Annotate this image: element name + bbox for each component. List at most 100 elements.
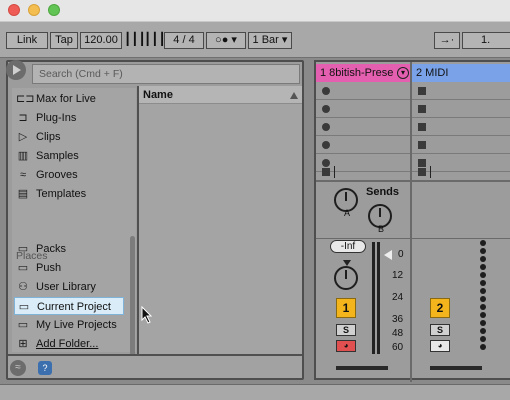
stop-divider [334, 166, 335, 178]
user-icon: ⚇ [18, 281, 28, 293]
solo-button[interactable]: S [430, 324, 450, 336]
solo-button[interactable]: S [336, 324, 356, 336]
category-grooves[interactable]: ≈ Grooves [14, 166, 124, 184]
minimize-window-button[interactable] [28, 4, 40, 16]
clip-launch-icon [322, 87, 330, 95]
place-my-live-projects[interactable]: ▭ My Live Projects [14, 316, 124, 334]
groove-icon: ≈ [19, 169, 27, 181]
clip-slot[interactable] [412, 154, 510, 172]
meter-dots [480, 240, 486, 352]
track-1-header[interactable]: 1 8bitish-Prese [316, 64, 410, 82]
plugin-icon: ⊐ [18, 112, 28, 124]
track-divider [410, 62, 412, 382]
clip-stop-icon [418, 123, 426, 131]
arm-button[interactable]: ◕ [336, 340, 356, 352]
time-signature-field[interactable]: 4 / 4 [164, 32, 204, 49]
follow-icon[interactable]: →· [434, 32, 460, 49]
waveform-icon: ▥ [17, 150, 29, 162]
browser-panel: Search (Cmd + F) ⊏⊐ Max for Live ⊐ Plug-… [6, 60, 304, 380]
clip-slot[interactable] [412, 100, 510, 118]
pan-knob[interactable] [334, 266, 358, 290]
preview-toggle-icon[interactable] [6, 60, 26, 80]
level-meter [377, 242, 380, 354]
link-button[interactable]: Link [6, 32, 48, 49]
clip-slot[interactable] [316, 82, 410, 100]
quantization-dropdown[interactable]: 1 Bar ▾ [248, 32, 292, 49]
clip-stop-icon [418, 105, 426, 113]
browser-sidebar: ⊏⊐ Max for Live ⊐ Plug-Ins ▷ Clips ▥ Sam… [12, 88, 136, 376]
place-user-library[interactable]: ⚇ User Library [14, 278, 124, 296]
place-current-project[interactable]: ▭ Current Project [14, 297, 124, 315]
category-plug-ins[interactable]: ⊐ Plug-Ins [14, 109, 124, 127]
place-label: Packs [36, 243, 66, 255]
category-clips[interactable]: ▷ Clips [14, 128, 124, 146]
browser-bottom-bar: ≈ ? [8, 354, 302, 378]
arrangement-position-field[interactable]: 1. [462, 32, 510, 49]
track-activator-button[interactable]: 1 [336, 298, 356, 318]
clip-slot[interactable] [316, 118, 410, 136]
category-label: Grooves [36, 169, 78, 181]
category-templates[interactable]: ▤ Templates [14, 185, 124, 203]
clip-slot[interactable] [316, 136, 410, 154]
folder-icon: ▭ [17, 262, 29, 274]
add-folder-icon: ⊞ [18, 338, 28, 350]
name-column-header[interactable]: Name [139, 86, 302, 104]
track-1-menu-icon[interactable]: ▾ [397, 67, 409, 79]
meter-scale-label: 48 [392, 328, 404, 339]
template-icon: ▤ [17, 188, 29, 200]
clip-slot[interactable] [316, 154, 410, 172]
close-window-button[interactable] [8, 4, 20, 16]
stop-clips-button[interactable] [418, 168, 426, 176]
track-volume-field[interactable]: -Inf [330, 240, 366, 253]
stop-clips-button[interactable] [322, 168, 330, 176]
clip-launch-icon [322, 123, 330, 131]
track-activator-button[interactable]: 2 [430, 298, 450, 318]
track-2-header[interactable]: 2 MIDI [412, 64, 510, 82]
volume-fader-icon[interactable] [384, 250, 392, 260]
status-bar [0, 384, 510, 400]
folder-icon: ▭ [17, 319, 29, 331]
stop-divider [430, 166, 431, 178]
clip-slot[interactable] [412, 82, 510, 100]
category-max-for-live[interactable]: ⊏⊐ Max for Live [14, 90, 124, 108]
track-2-name: 2 MIDI [416, 67, 449, 79]
clip-launch-icon [322, 105, 330, 113]
browser-search-input[interactable]: Search (Cmd + F) [32, 64, 300, 84]
place-push[interactable]: ▭ Push [14, 259, 124, 277]
clip-slot[interactable] [412, 136, 510, 154]
track-delay-strip [430, 366, 482, 370]
quantization-value: 1 Bar [252, 34, 279, 46]
place-label: My Live Projects [36, 319, 117, 331]
place-packs[interactable]: ▭ Packs [14, 240, 124, 258]
track-delay-strip [336, 366, 388, 370]
clip-launch-icon [322, 141, 330, 149]
category-label: Clips [36, 131, 61, 143]
meter-scale-label: 0 [398, 249, 404, 260]
tempo-field[interactable]: 120.00 [80, 32, 122, 49]
monitor-button[interactable]: ◕ [430, 340, 450, 352]
help-icon[interactable]: ? [38, 361, 52, 375]
clip-stop-icon [418, 141, 426, 149]
folder-icon: ▭ [17, 243, 29, 255]
meter-scale-label: 36 [392, 314, 404, 325]
nudge-up-icon[interactable]: ┃┃┃ [144, 32, 166, 49]
clip-slot[interactable] [412, 118, 510, 136]
nudge-down-icon[interactable]: ┃┃┃ [124, 32, 146, 49]
metronome-dropdown[interactable]: ○● ▾ [206, 32, 246, 49]
zoom-window-button[interactable] [48, 4, 60, 16]
meter-scale-label: 12 [392, 270, 404, 281]
tap-tempo-button[interactable]: Tap [50, 32, 78, 49]
sort-ascending-icon [290, 92, 298, 99]
groove-pool-icon[interactable]: ≈ [10, 360, 26, 376]
clip-slot[interactable] [316, 100, 410, 118]
add-folder-link[interactable]: ⊞ Add Folder... [14, 335, 124, 353]
max-device-icon: ⊏⊐ [16, 93, 35, 105]
transport-bar: Link Tap 120.00 ┃┃┃ ┃┃┃ 4 / 4 ○● ▾ 1 Bar… [0, 22, 510, 58]
project-folder-icon: ▭ [18, 301, 30, 313]
metronome-icon: ○● [215, 34, 229, 46]
clip-stop-icon [418, 159, 426, 167]
clip-icon: ▷ [18, 131, 28, 143]
category-samples[interactable]: ▥ Samples [14, 147, 124, 165]
window-titlebar [0, 0, 510, 22]
section-divider [316, 238, 510, 239]
